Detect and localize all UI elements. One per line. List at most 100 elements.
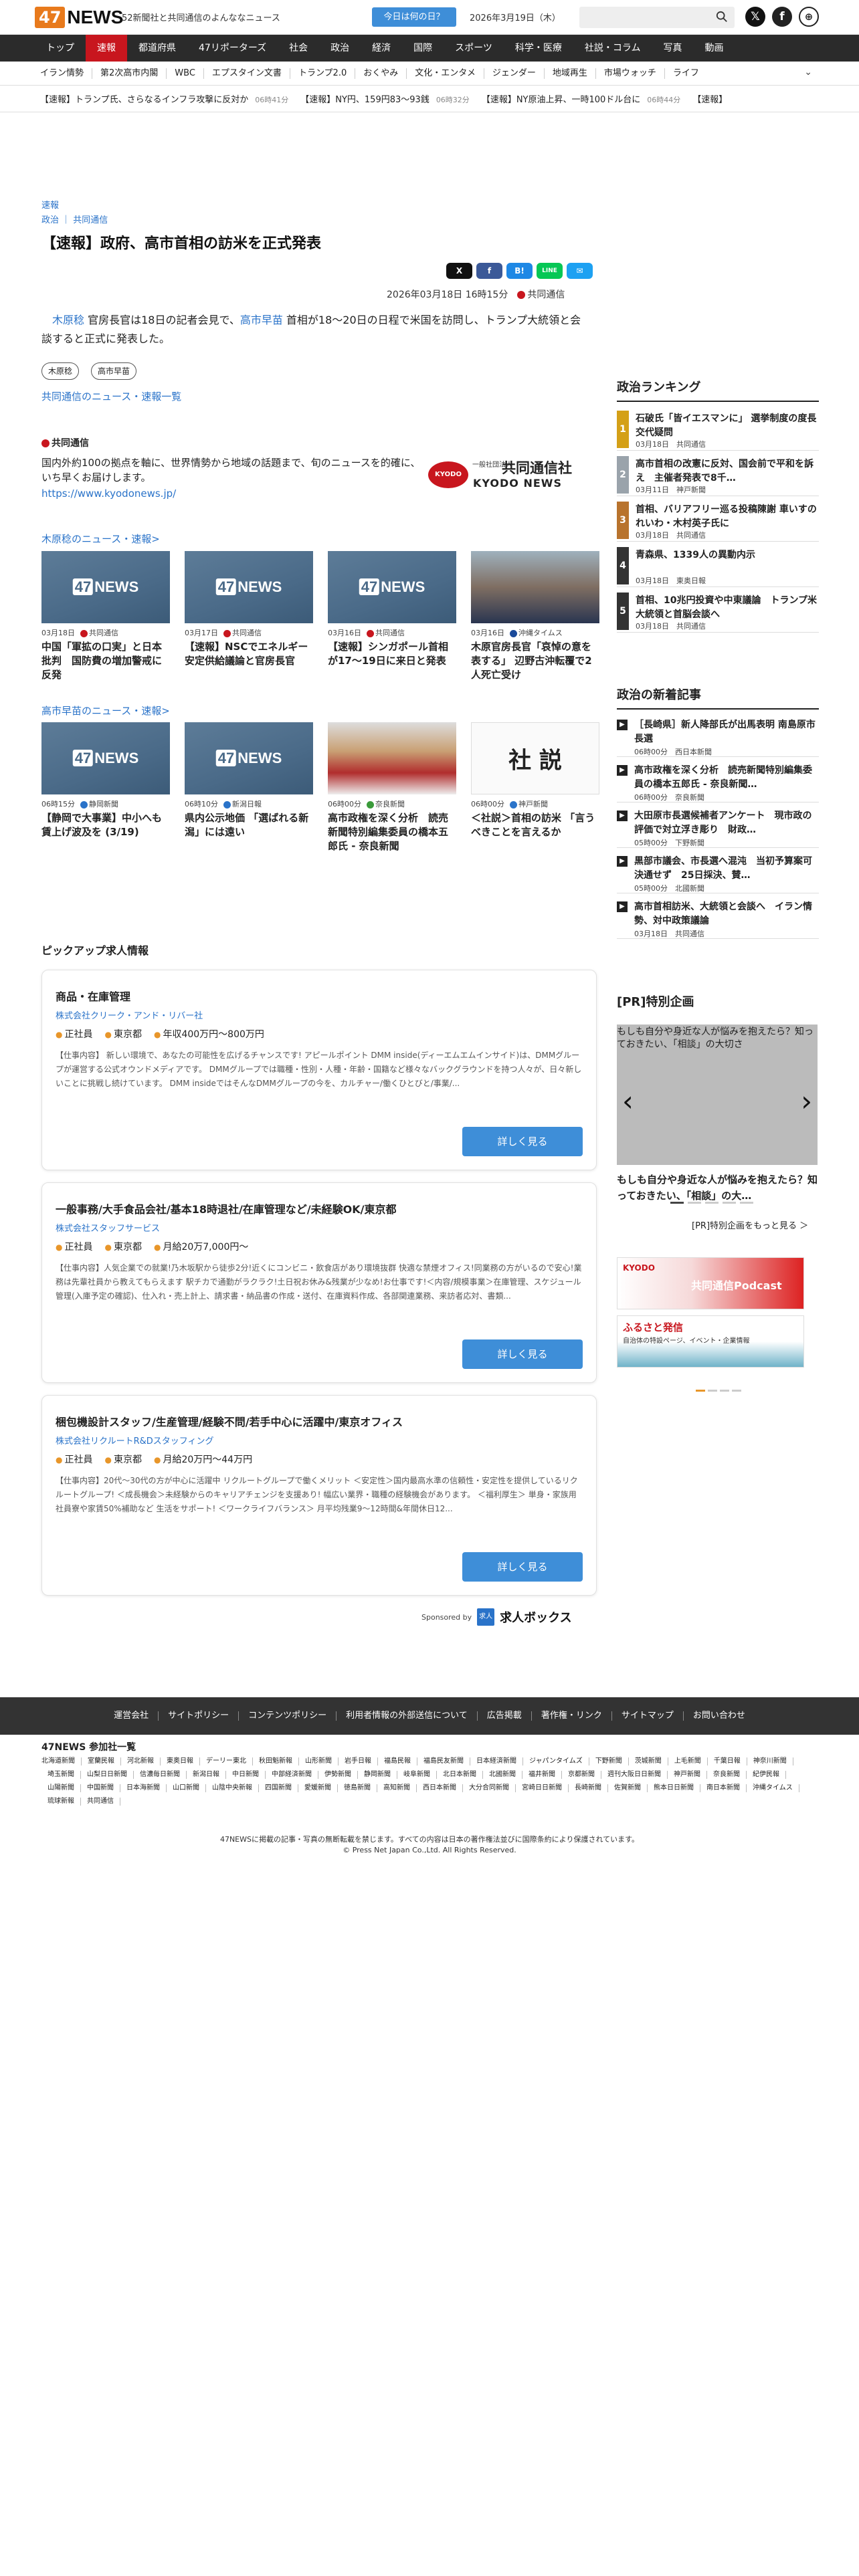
share-facebook-button[interactable]: f (476, 263, 502, 279)
topic-item[interactable]: イラン情勢 (35, 68, 93, 79)
member-paper-link[interactable]: 佐賀新聞 (608, 1784, 648, 1792)
member-paper-link[interactable]: ジャパンタイムズ (523, 1757, 589, 1765)
footer-link[interactable]: お問い合わせ (684, 1711, 755, 1721)
tag-chip[interactable]: 高市早苗 (91, 362, 137, 380)
member-paper-link[interactable]: 沖縄タイムス (747, 1784, 799, 1792)
member-paper-link[interactable]: 福島民報 (378, 1757, 417, 1765)
news-card[interactable]: 47 NEWS 06時10分 新潟日報 県内公示地価 「選ばれる新潟」には遠い (185, 722, 313, 853)
member-paper-link[interactable]: 西日本新聞 (417, 1784, 463, 1792)
footer-link[interactable]: サイトポリシー (159, 1711, 240, 1721)
member-paper-link[interactable]: 神奈川新聞 (747, 1757, 793, 1765)
topic-item[interactable]: ジェンダー (484, 68, 545, 79)
member-paper-link[interactable]: 山形新聞 (299, 1757, 339, 1765)
job-card[interactable]: 商品・在庫管理 株式会社クリーク・アンド・リバー社 正社員東京都年収400万円〜… (41, 970, 597, 1170)
member-paper-link[interactable]: 千葉日報 (708, 1757, 747, 1765)
member-paper-link[interactable]: 茨城新聞 (629, 1757, 668, 1765)
member-paper-link[interactable]: 紀伊民報 (747, 1771, 786, 1779)
topic-item[interactable]: エプスタイン文書 (204, 68, 290, 79)
member-paper-link[interactable]: 山梨日日新聞 (81, 1771, 134, 1779)
nav-society[interactable]: 社会 (278, 35, 319, 62)
podcast-banner[interactable]: KYODO 共同通信Podcast (617, 1257, 804, 1309)
x-icon[interactable]: 𝕏 (745, 7, 765, 27)
news-card[interactable]: 03月16日 沖縄タイムス 木原官房長官「哀悼の意を表する」 辺野古沖転覆で2人死… (471, 551, 599, 682)
member-paper-link[interactable]: 静岡新聞 (358, 1771, 397, 1779)
footer-link[interactable]: コンテンツポリシー (239, 1711, 337, 1721)
ticker-item[interactable]: 【速報】 (692, 92, 727, 105)
topic-item[interactable]: ライフ (665, 68, 707, 79)
member-paper-link[interactable]: 高知新聞 (377, 1784, 417, 1792)
member-paper-link[interactable]: 福島民友新聞 (417, 1757, 470, 1765)
nav-international[interactable]: 国際 (402, 35, 444, 62)
nav-sports[interactable]: スポーツ (444, 35, 504, 62)
member-paper-link[interactable]: 伊勢新聞 (318, 1771, 358, 1779)
source-news-list-link[interactable]: 共同通信のニュース・速報一覧 (41, 389, 181, 403)
member-paper-link[interactable]: 山陰中央新報 (206, 1784, 259, 1792)
kyodo-banner[interactable]: KYODO 一般社団法人 共同通信社 KYODO NEWS (428, 453, 592, 495)
ranking-item[interactable]: 2 高市首相の改憲に反対、国会前で平和を訴え 主催者発表で8千… 03月11日 … (617, 455, 819, 496)
member-paper-link[interactable]: 新潟日報 (187, 1771, 226, 1779)
ranking-item[interactable]: 1 石破氏「皆イエスマンに」 選挙制度の度長交代疑問 03月18日 共同通信 (617, 409, 819, 451)
ticker-item[interactable]: 【速報】トランプ氏、さらなるインフラ攻撃に反対か 06時41分 (40, 92, 288, 105)
member-paper-link[interactable]: 中部経済新聞 (266, 1771, 318, 1779)
member-paper-link[interactable]: 南日本新聞 (700, 1784, 747, 1792)
member-paper-link[interactable]: デーリー東北 (200, 1757, 253, 1765)
member-paper-link[interactable]: 日本経済新聞 (470, 1757, 523, 1765)
footer-link[interactable]: 運営会社 (104, 1711, 159, 1721)
pr-carousel[interactable]: もしも自分や身近な人が悩みを抱えたら？知っておきたい、「相談」の大切さ ‹ › (617, 1025, 818, 1165)
job-card[interactable]: 梱包機設計スタッフ/生産管理/経験不問/若手中心に活躍中/東京オフィス 株式会社… (41, 1395, 597, 1596)
news-card[interactable]: 47 NEWS 03月17日 共同通信 【速報】NSCでエネルギー安定供給議論と官房… (185, 551, 313, 682)
pr-caption[interactable]: もしも自分や身近な人が悩みを抱えたら？知っておきたい、「相談」の大… (617, 1172, 818, 1204)
member-paper-link[interactable]: 山口新聞 (167, 1784, 206, 1792)
nav-video[interactable]: 動画 (693, 35, 735, 62)
ranking-item[interactable]: 4 青森県、1339人の異動内示 03月18日 東奥日報 (617, 546, 819, 587)
nav-photo[interactable]: 写真 (652, 35, 693, 62)
topic-item[interactable]: 地域再生 (545, 68, 596, 79)
pr-more-link[interactable]: [PR]特別企画をもっと見る ＞ (692, 1218, 808, 1231)
news-card[interactable]: 社 説 06時00分 神戸新聞 ＜社説＞首相の訪米 「言うべきことを言えるか (471, 722, 599, 853)
news-card[interactable]: 47 NEWS 03月18日 共同通信 中国「軍拡の口実」と日本批判 国防費の増加警… (41, 551, 170, 682)
job-title[interactable]: 一般事務/大手食品会社/基本18時退社/在庫管理など/未経験OK/東京都 (56, 1200, 397, 1216)
related-news-heading[interactable]: 木原稔のニュース・速報> (41, 532, 160, 546)
nav-economy[interactable]: 経済 (361, 35, 402, 62)
topic-item[interactable]: 文化・エンタメ (407, 68, 484, 79)
topic-item[interactable]: 市場ウォッチ (596, 68, 665, 79)
person-link[interactable]: 木原稔 (52, 314, 84, 326)
search-icon[interactable] (716, 11, 728, 23)
today-in-history-button[interactable]: 今日は何の日？ (372, 7, 456, 27)
member-paper-link[interactable]: 北國新聞 (483, 1771, 522, 1779)
member-paper-link[interactable]: 山陽新聞 (41, 1784, 81, 1792)
topic-item[interactable]: おくやみ (355, 68, 407, 79)
facebook-icon[interactable]: f (772, 7, 792, 27)
news-list-item[interactable]: ▶ 黒部市議会、市長選へ混沌 当初予算案可決通せず 25日採決、賛… 05時00… (617, 853, 819, 893)
nav-breaking[interactable]: 速報 (86, 35, 127, 62)
job-title[interactable]: 梱包機設計スタッフ/生産管理/経験不問/若手中心に活躍中/東京オフィス (56, 1413, 403, 1429)
member-paper-link[interactable]: 河北新報 (121, 1757, 161, 1765)
footer-link[interactable]: 利用者情報の外部送信について (337, 1711, 478, 1721)
job-title[interactable]: 商品・在庫管理 (56, 988, 130, 1004)
member-paper-link[interactable]: 愛媛新聞 (298, 1784, 338, 1792)
nav-science[interactable]: 科学・医療 (504, 35, 573, 62)
member-paper-link[interactable]: 大分合同新聞 (463, 1784, 516, 1792)
member-paper-link[interactable]: 上毛新聞 (668, 1757, 708, 1765)
topic-item[interactable]: WBC (167, 68, 204, 79)
chevron-down-icon[interactable]: ⌄ (804, 67, 812, 78)
news-list-item[interactable]: ▶ 高市首相訪米、大統領と会談へ イラン情勢、対中政策議論 03月18日 共同通… (617, 899, 819, 939)
member-paper-link[interactable]: 琉球新報 (41, 1798, 81, 1806)
news-card[interactable]: 47 NEWS 06時15分 静岡新聞 【静岡で大事業】中小へも賃上げ波及を (3/… (41, 722, 170, 853)
member-paper-link[interactable]: 日本海新聞 (120, 1784, 167, 1792)
source-url-link[interactable]: https://www.kyodonews.jp/ (41, 488, 176, 500)
member-paper-link[interactable]: 東奥日報 (161, 1757, 200, 1765)
globe-icon[interactable]: ⊕ (799, 7, 819, 27)
member-paper-link[interactable]: 共同通信 (81, 1798, 120, 1806)
share-line-button[interactable]: LINE (537, 263, 563, 279)
job-card[interactable]: 一般事務/大手食品会社/基本18時退社/在庫管理など/未経験OK/東京都 株式会… (41, 1182, 597, 1383)
related-news-heading[interactable]: 高市早苗のニュース・速報> (41, 704, 170, 718)
member-paper-link[interactable]: 信濃毎日新聞 (134, 1771, 187, 1779)
member-paper-link[interactable]: 長崎新聞 (569, 1784, 608, 1792)
member-paper-link[interactable]: 埼玉新聞 (41, 1771, 81, 1779)
job-detail-button[interactable]: 詳しく見る (462, 1339, 583, 1369)
ticker-item[interactable]: 【速報】NY円、159円83〜93銭 06時32分 (300, 92, 470, 105)
news-card[interactable]: 06時00分 奈良新聞 高市政権を深く分析 読売新聞特別編集委員の橋本五郎氏 - … (328, 722, 456, 853)
nav-prefectures[interactable]: 都道府県 (127, 35, 187, 62)
breadcrumb-section[interactable]: 政治 ｜ 共同通信 (41, 213, 108, 225)
